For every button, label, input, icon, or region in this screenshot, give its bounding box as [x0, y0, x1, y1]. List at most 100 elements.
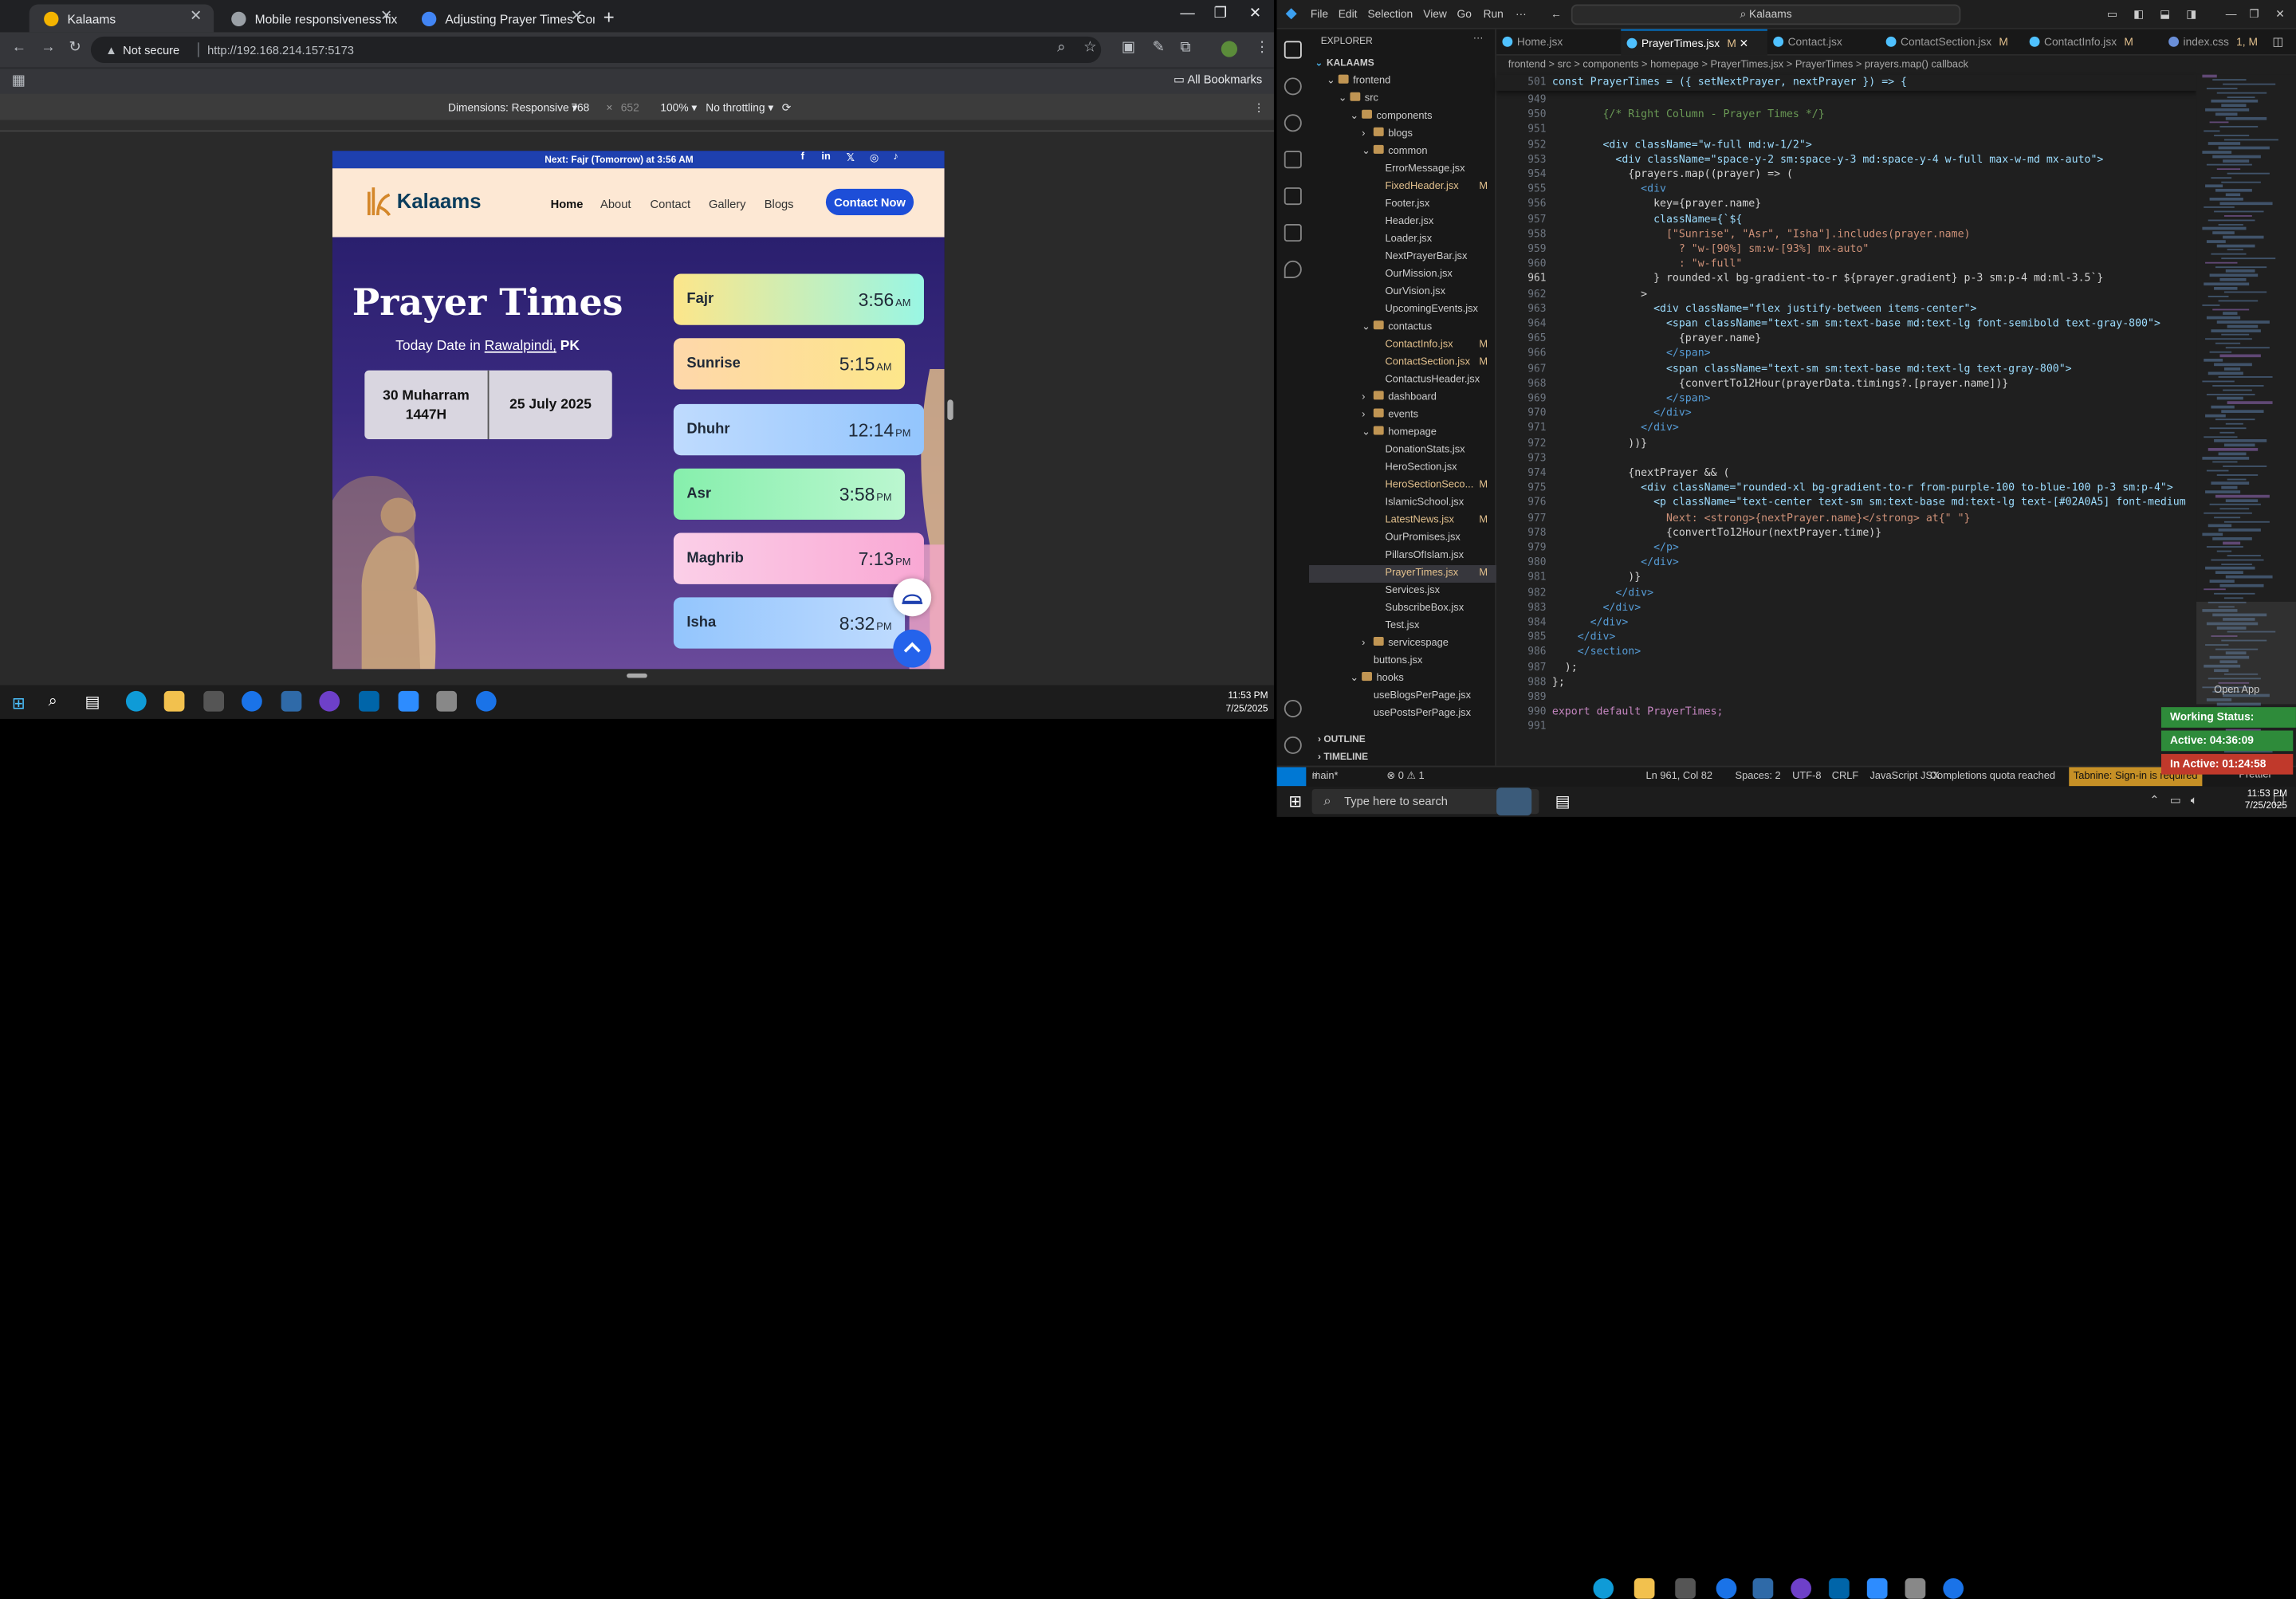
tree-file[interactable]: Header.jsx: [1374, 214, 1496, 231]
nav-about[interactable]: About: [600, 198, 631, 211]
height-input[interactable]: 652: [621, 100, 639, 114]
brand-logo[interactable]: Kalaams: [364, 183, 482, 218]
tree-file[interactable]: ErrorMessage.jsx: [1374, 161, 1496, 179]
tree-file[interactable]: ContactusHeader.jsx: [1374, 372, 1496, 390]
sidebar-toggle-icon[interactable]: ◧: [2133, 7, 2144, 21]
editor-tab-contact[interactable]: Contact.jsx: [1767, 29, 1880, 56]
panel-toggle-icon[interactable]: ⬓: [2160, 7, 2170, 21]
tree-file[interactable]: Loader.jsx: [1374, 231, 1496, 249]
timeline-panel[interactable]: › TIMELINE: [1318, 752, 1368, 763]
copilot-quota[interactable]: Completions quota reached: [1930, 767, 2055, 786]
secondary-sidebar-icon[interactable]: ◨: [2186, 7, 2196, 21]
tree-folder[interactable]: ⌄ frontend: [1327, 73, 1496, 91]
extension-icon[interactable]: ▣: [1122, 40, 1135, 56]
zoom-icon[interactable]: [1866, 1577, 1888, 1599]
close-icon[interactable]: ✕: [380, 9, 392, 25]
tree-folder[interactable]: ⌄ components: [1350, 108, 1496, 126]
task-view-icon[interactable]: ▤: [85, 693, 100, 712]
tree-folder[interactable]: ⌄ homepage: [1362, 425, 1496, 442]
tree-file[interactable]: ContactSection.jsx M: [1374, 354, 1496, 371]
tree-file[interactable]: OurVision.jsx: [1374, 284, 1496, 301]
network-icon[interactable]: ▭: [2170, 793, 2181, 807]
menu-selection[interactable]: Selection: [1367, 7, 1413, 21]
apps-grid-icon[interactable]: ▦: [12, 73, 26, 89]
zoom-select[interactable]: 100% ▾: [660, 100, 697, 114]
dimensions-select[interactable]: Dimensions: Responsive ▾: [448, 100, 577, 114]
chrome-taskbar-icon[interactable]: [1716, 1577, 1737, 1599]
tab-adjusting[interactable]: Adjusting Prayer Times Contain✕: [407, 5, 595, 33]
notification-icon[interactable]: ▢: [2273, 792, 2286, 808]
tree-file[interactable]: PrayerTimes.jsx M: [1309, 564, 1497, 583]
file-explorer-icon[interactable]: [1634, 1577, 1655, 1599]
layout-icon[interactable]: ▭: [2107, 7, 2117, 21]
tree-folder[interactable]: ⌄ src: [1339, 91, 1496, 108]
menu-file[interactable]: File: [1311, 7, 1328, 21]
tree-folder[interactable]: › blogs: [1362, 126, 1496, 143]
window-close-icon[interactable]: ✕: [2275, 7, 2285, 21]
tree-folder[interactable]: › servicespage: [1362, 635, 1496, 653]
tree-folder[interactable]: › events: [1362, 407, 1496, 425]
puzzle-icon[interactable]: ⧉: [1180, 40, 1190, 56]
mosque-float-button[interactable]: [893, 578, 932, 617]
tree-file[interactable]: Services.jsx: [1374, 583, 1496, 600]
tray-chevron-icon[interactable]: ⌃: [2149, 793, 2159, 807]
gear-icon[interactable]: [1284, 736, 1302, 754]
chrome-taskbar-icon[interactable]: [475, 690, 497, 712]
tree-file[interactable]: HeroSection.jsx: [1374, 460, 1496, 477]
outline-panel[interactable]: › OUTLINE: [1318, 735, 1366, 745]
minimap[interactable]: [2196, 74, 2296, 763]
code-view[interactable]: 949 950 {/* Right Column - Prayer Times *…: [1496, 92, 2196, 766]
edge-icon[interactable]: [1593, 1577, 1614, 1599]
close-icon[interactable]: ✕: [190, 9, 202, 25]
app-icon[interactable]: [436, 690, 458, 712]
editor-tab-prayertimes[interactable]: PrayerTimes.jsx M ✕: [1621, 29, 1767, 56]
tree-file[interactable]: buttons.jsx: [1362, 653, 1496, 670]
window-close-icon[interactable]: ✕: [1249, 6, 1261, 22]
explorer-more-icon[interactable]: ···: [1473, 33, 1484, 44]
tree-folder[interactable]: ⌄ common: [1362, 143, 1496, 161]
menu-kebab-icon[interactable]: ⋮: [1255, 40, 1269, 56]
nav-contact[interactable]: Contact: [650, 198, 690, 211]
news-widget-icon[interactable]: [1496, 788, 1532, 816]
nav-home[interactable]: Home: [551, 198, 584, 211]
back-icon[interactable]: ←: [12, 40, 26, 56]
forward-icon[interactable]: →: [41, 40, 55, 56]
github-desktop-icon[interactable]: [1791, 1577, 1811, 1599]
problems-indicator[interactable]: ⊗ 0 ⚠ 1: [1386, 767, 1424, 786]
windows-start-icon[interactable]: ⊞: [1288, 792, 1302, 811]
menu-run[interactable]: Run: [1484, 7, 1504, 21]
more-menu-icon[interactable]: ···: [1516, 7, 1527, 21]
editor-tab-contactsection[interactable]: ContactSection.jsx M: [1880, 29, 2023, 56]
bookmark-star-icon[interactable]: ☆: [1083, 40, 1096, 56]
tree-file[interactable]: useBlogsPerPage.jsx: [1362, 688, 1496, 705]
windows-start-icon[interactable]: ⊞: [12, 694, 26, 713]
zoom-icon[interactable]: [398, 690, 419, 712]
vscode-taskbar-icon[interactable]: [358, 690, 379, 712]
explorer-files-icon[interactable]: [1284, 41, 1302, 59]
edge-icon[interactable]: [125, 690, 147, 712]
restore-icon[interactable]: ❐: [2249, 7, 2259, 21]
tree-file[interactable]: usePostsPerPage.jsx: [1362, 705, 1496, 723]
breadcrumb[interactable]: frontend > src > components > homepage >…: [1496, 56, 2296, 75]
zoom-search-icon[interactable]: ⌕: [1057, 40, 1065, 56]
app-icon[interactable]: [1752, 1577, 1774, 1599]
reload-icon[interactable]: ↻: [69, 40, 81, 56]
editor-tab-indexcss[interactable]: index.css 1, M: [2163, 29, 2266, 56]
all-bookmarks[interactable]: ▭ All Bookmarks: [1174, 73, 1262, 87]
tree-file[interactable]: HeroSectionSeco... M: [1374, 477, 1496, 495]
close-icon[interactable]: ✕: [1740, 37, 1749, 50]
tree-file[interactable]: Test.jsx: [1374, 618, 1496, 635]
minimize-icon[interactable]: —: [2226, 7, 2237, 21]
nav-back-icon[interactable]: ←: [1551, 7, 1562, 21]
minimize-icon[interactable]: —: [1180, 6, 1194, 22]
chrome-taskbar-icon[interactable]: [1943, 1577, 1964, 1599]
cursor-position[interactable]: Ln 961, Col 82: [1645, 767, 1712, 786]
remote-explorer-icon[interactable]: [1284, 224, 1302, 242]
line-ending[interactable]: CRLF: [1832, 767, 1859, 786]
store-icon[interactable]: [203, 690, 225, 712]
new-tab-icon[interactable]: +: [603, 6, 615, 28]
city-link[interactable]: Rawalpindi,: [485, 338, 556, 354]
run-debug-icon[interactable]: [1284, 151, 1302, 169]
throttle-select[interactable]: No throttling ▾: [706, 100, 773, 114]
tree-folder[interactable]: › dashboard: [1362, 390, 1496, 407]
